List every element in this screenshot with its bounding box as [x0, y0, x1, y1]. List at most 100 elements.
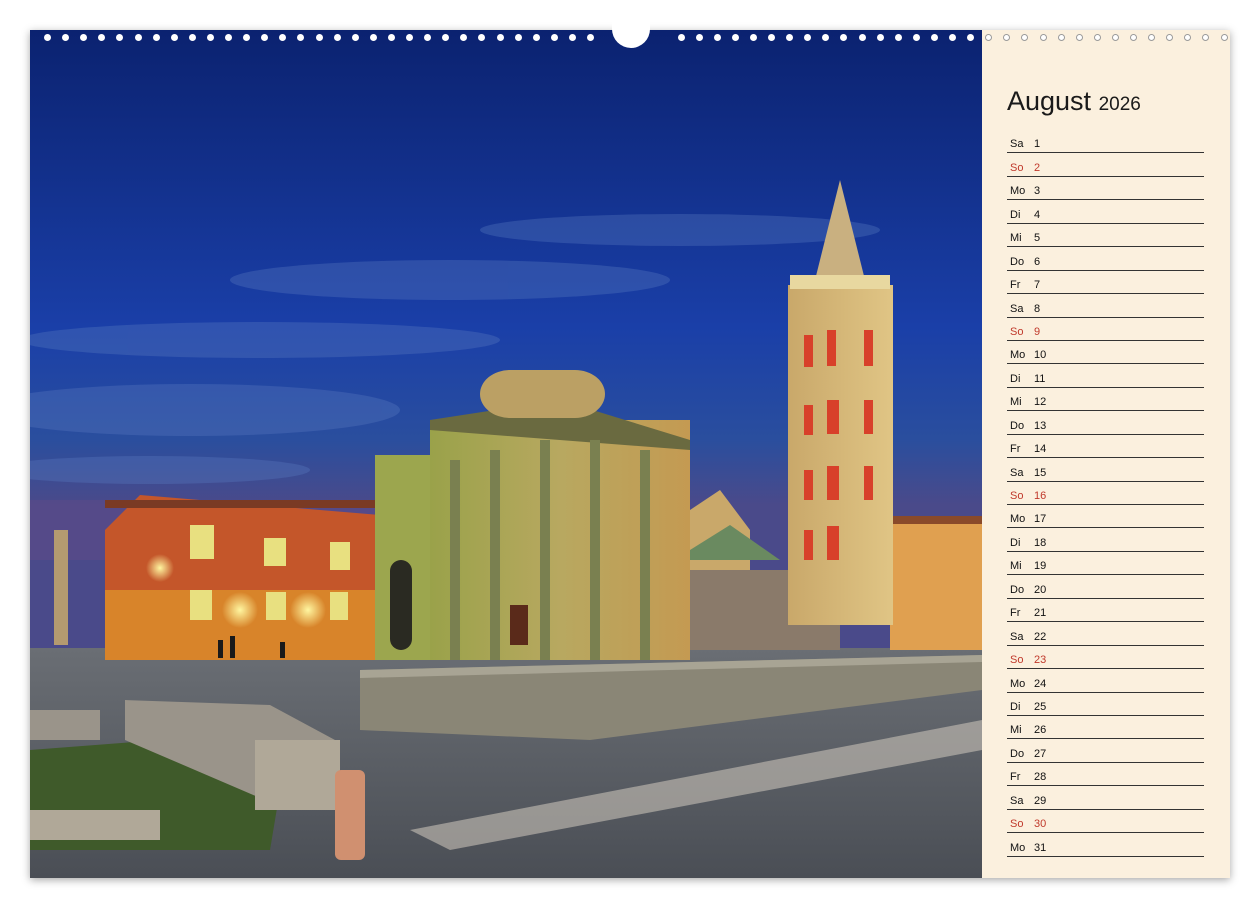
- weekday-label: Do: [1010, 419, 1025, 432]
- binding-ring: [930, 34, 938, 41]
- day-list: Sa 1 So 2 Mo 3 Di 4 Mi 5 Do 6 Fr 7 Sa 8 So 9 Mo 10 Di 11 Mi 12 D…: [1007, 130, 1204, 857]
- day-row: Mi 5: [1007, 224, 1204, 248]
- binding-ring: [1093, 34, 1101, 41]
- binding-ring: [1184, 34, 1192, 41]
- day-row: So 30: [1007, 810, 1204, 834]
- binding-ring: [315, 34, 323, 41]
- day-row: Mi 12: [1007, 388, 1204, 412]
- day-number: 24: [1034, 677, 1047, 690]
- calendar-panel: August 2026 Sa 1 So 2 Mo 3 Di 4 Mi 5 Do 6 Fr 7 Sa 8 So 9 M…: [982, 30, 1230, 878]
- weekday-label: Di: [1010, 536, 1021, 549]
- calendar-photo: [30, 30, 982, 878]
- binding-ring: [243, 34, 251, 41]
- calendar-page: August 2026 Sa 1 So 2 Mo 3 Di 4 Mi 5 Do 6 Fr 7 Sa 8 So 9 M…: [30, 30, 1230, 878]
- day-row: Di 4: [1007, 200, 1204, 224]
- day-row: Do 6: [1007, 247, 1204, 271]
- binding-ring: [44, 34, 51, 41]
- binding-ring: [225, 34, 232, 41]
- day-number: 6: [1034, 255, 1041, 268]
- weekday-label: Do: [1010, 255, 1025, 268]
- binding-ring: [1111, 34, 1119, 41]
- binding-ring: [985, 34, 993, 41]
- day-row: Sa 8: [1007, 294, 1204, 318]
- day-row: So 9: [1007, 318, 1204, 341]
- day-row: Mi 19: [1007, 552, 1204, 576]
- day-number: 20: [1034, 583, 1047, 596]
- month-title: August 2026: [1007, 86, 1141, 117]
- day-number: 26: [1034, 724, 1047, 737]
- weekday-label: So: [1010, 654, 1024, 667]
- weekday-label: Mo: [1010, 513, 1026, 526]
- weekday-label: Mi: [1010, 560, 1022, 573]
- weekday-label: So: [1010, 490, 1024, 502]
- binding-ring: [369, 34, 377, 41]
- binding-ring: [1148, 34, 1156, 41]
- day-row: Do 13: [1007, 411, 1204, 435]
- binding-ring: [406, 34, 413, 41]
- day-number: 5: [1034, 232, 1041, 245]
- binding-ring: [261, 34, 269, 41]
- day-number: 8: [1034, 302, 1041, 315]
- binding-ring: [912, 34, 920, 41]
- binding-ring: [514, 34, 522, 41]
- day-row: Sa 1: [1007, 130, 1204, 154]
- day-row: Sa 22: [1007, 622, 1204, 646]
- day-number: 7: [1034, 279, 1041, 292]
- binding-ring: [170, 34, 178, 41]
- day-row: Do 27: [1007, 739, 1204, 763]
- binding-ring: [206, 34, 214, 41]
- day-number: 23: [1034, 654, 1047, 667]
- weekday-label: Mo: [1010, 677, 1026, 690]
- binding-ring: [496, 34, 504, 41]
- weekday-label: Mi: [1010, 232, 1022, 245]
- weekday-label: Fr: [1010, 771, 1021, 784]
- day-row: Di 11: [1007, 364, 1204, 388]
- binding-ring: [532, 34, 540, 41]
- binding-ring: [568, 34, 576, 41]
- binding-ring: [442, 34, 450, 41]
- binding-ring: [804, 34, 812, 41]
- weekday-label: Di: [1010, 372, 1021, 385]
- day-row: Fr 21: [1007, 599, 1204, 623]
- binding-ring: [858, 34, 866, 41]
- binding-ring: [279, 34, 287, 41]
- binding-ring: [786, 34, 794, 41]
- binding-ring: [713, 34, 721, 41]
- binding-ring: [387, 34, 395, 41]
- weekday-label: Mo: [1010, 185, 1026, 198]
- binding-ring: [478, 34, 486, 41]
- weekday-label: So: [1010, 818, 1024, 831]
- weekday-label: Fr: [1010, 607, 1021, 620]
- day-number: 2: [1034, 161, 1041, 174]
- month-name: August: [1007, 86, 1092, 116]
- day-row: So 16: [1007, 482, 1204, 505]
- weekday-label: Do: [1010, 583, 1025, 596]
- day-number: 11: [1034, 372, 1046, 385]
- day-number: 12: [1034, 396, 1047, 409]
- day-row: Mi 26: [1007, 716, 1204, 740]
- binding-ring: [822, 34, 830, 41]
- day-row: Mo 31: [1007, 833, 1204, 857]
- day-row: Fr 28: [1007, 763, 1204, 787]
- binding-ring: [749, 34, 757, 41]
- weekday-label: Do: [1010, 747, 1025, 760]
- day-row: Mo 3: [1007, 177, 1204, 201]
- binding-ring: [62, 34, 70, 41]
- day-row: Mo 10: [1007, 341, 1204, 365]
- weekday-label: Mo: [1010, 349, 1026, 362]
- day-row: So 2: [1007, 153, 1204, 177]
- binding-ring: [768, 34, 775, 41]
- weekday-label: Di: [1010, 700, 1021, 713]
- binding-ring: [188, 34, 196, 41]
- binding-ring: [677, 34, 685, 41]
- binding-ring: [116, 34, 124, 41]
- day-number: 22: [1034, 630, 1047, 643]
- day-row: Sa 29: [1007, 786, 1204, 810]
- day-number: 18: [1034, 536, 1047, 549]
- weekday-label: Sa: [1010, 794, 1024, 807]
- day-number: 29: [1034, 794, 1047, 807]
- binding-ring: [695, 34, 703, 41]
- weekday-label: Sa: [1010, 466, 1024, 479]
- day-number: 15: [1034, 466, 1047, 479]
- day-row: Fr 14: [1007, 435, 1204, 459]
